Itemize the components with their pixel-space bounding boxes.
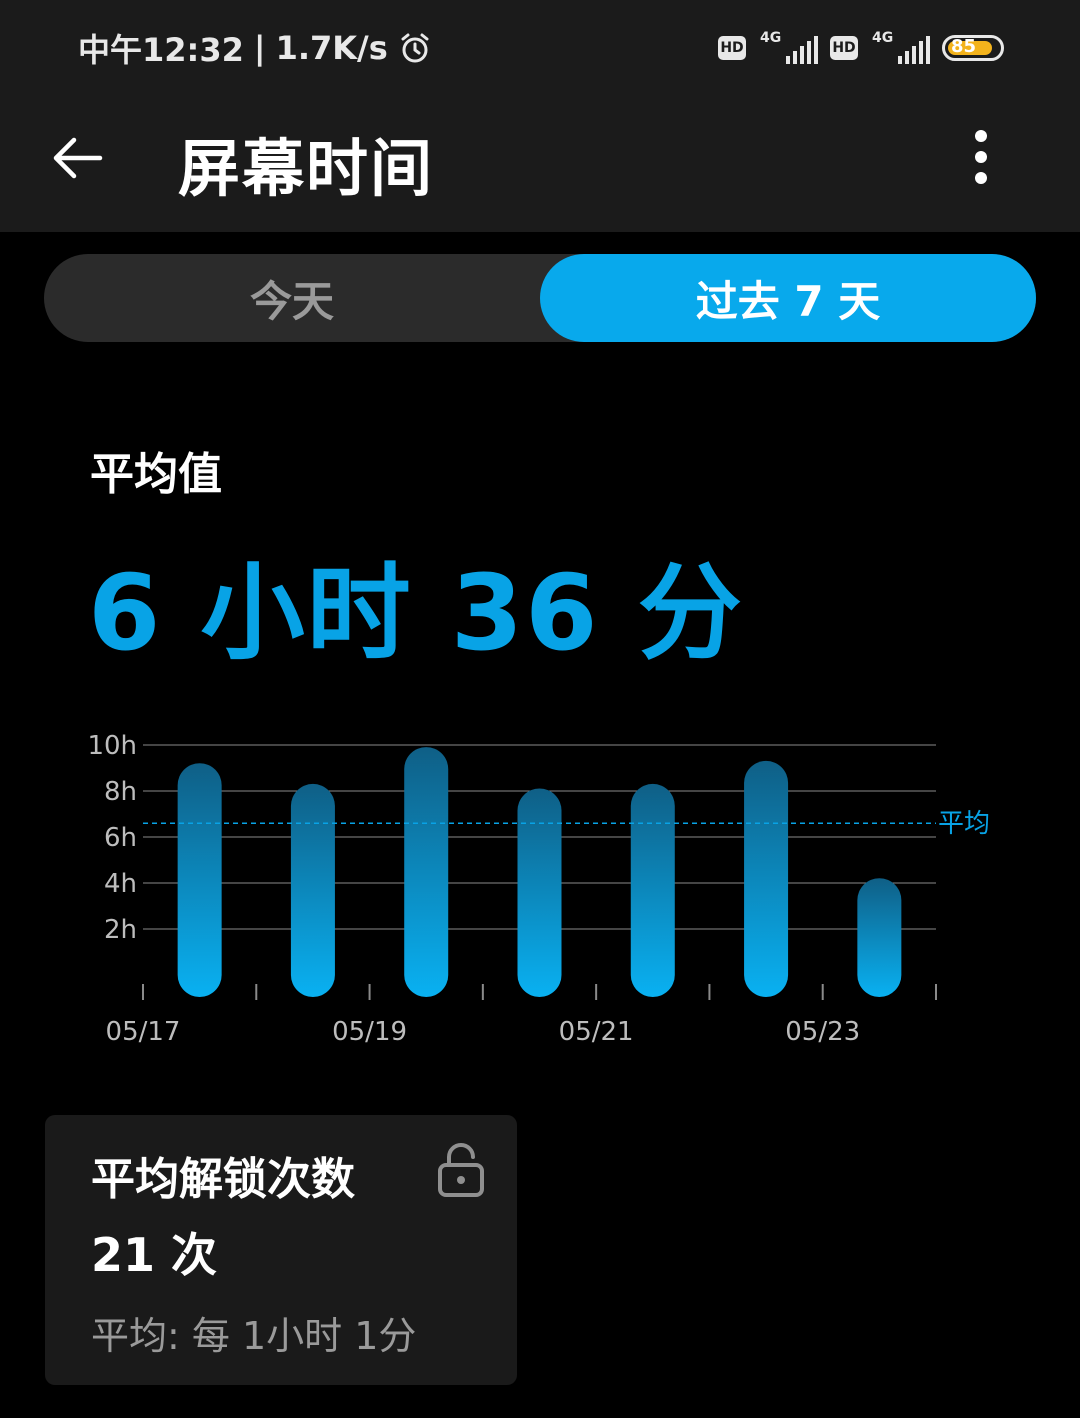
tab-last-7-days[interactable]: 过去 7 天 [540,254,1036,342]
y-tick-label: 8h [104,777,137,807]
battery-icon: 85 [942,35,1004,61]
more-vertical-icon [975,130,987,142]
average-label: 平均值 [90,449,222,500]
network-speed: 1.7K/s [275,29,388,67]
screen-time-chart: 2h 4h 6h 8h 10h 平均 05/17 05/19 05/21 05/23 [87,731,990,1047]
unlock-count: 21 次 [91,1228,218,1282]
average-value: 6 小时 36 分 [88,552,744,674]
bar [404,747,449,997]
bar [517,788,562,997]
period-tabs: 今天 过去 7 天 [44,254,1036,342]
more-options-button[interactable] [966,130,996,184]
battery-level: 85 [951,36,977,57]
bar [290,783,335,997]
status-left: 中午12:32 | 1.7K/s [78,28,432,69]
unlock-card-title: 平均解锁次数 [91,1154,355,1205]
status-right: HD 4G HD 4G 85 [718,28,1004,68]
network-type-sim2: 4G [872,30,894,46]
average-line-label: 平均 [938,809,990,839]
bar [857,878,902,997]
back-button[interactable] [48,128,108,188]
x-tick-label: 05/19 [332,1017,407,1047]
unlock-card[interactable]: 平均解锁次数 21 次 平均: 每 1小时 1分 [45,1115,517,1385]
arrow-left-icon [53,137,103,179]
app-bar: 屏幕时间 [0,96,1080,232]
y-tick-label: 4h [104,869,137,899]
unlock-icon [438,1143,484,1197]
hd-badge-sim2: HD [830,36,858,60]
signal-icon-sim1: 4G [758,30,818,66]
signal-icon-sim2: 4G [870,30,930,66]
page-title: 屏幕时间 [178,132,435,205]
status-separator: | [253,29,266,67]
bar [177,763,222,997]
y-tick-label: 10h [87,731,137,761]
y-tick-label: 2h [104,915,137,945]
x-tick-label: 05/23 [785,1017,860,1047]
unlock-frequency: 平均: 每 1小时 1分 [91,1314,417,1358]
status-time: 中午12:32 [78,31,244,69]
tab-today[interactable]: 今天 [44,254,540,342]
hd-badge-sim1: HD [718,36,746,60]
status-bar: 中午12:32 | 1.7K/s HD 4G HD 4G 85 [0,0,1080,96]
x-tick-label: 05/17 [106,1017,181,1047]
bar [630,783,675,997]
alarm-icon [401,33,429,63]
bar [744,760,789,997]
network-type-sim1: 4G [760,30,782,46]
x-tick-label: 05/21 [559,1017,634,1047]
y-tick-label: 6h [104,823,137,853]
